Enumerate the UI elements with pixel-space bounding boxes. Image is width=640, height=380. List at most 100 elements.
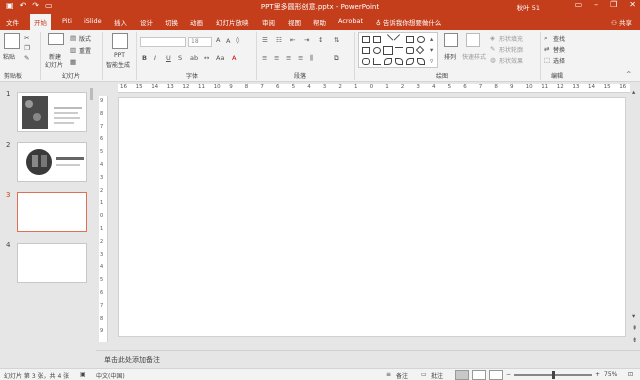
bold-button[interactable]: B (142, 54, 147, 62)
rounded-rect-shape-icon[interactable] (406, 47, 414, 54)
font-name-field[interactable] (140, 37, 186, 47)
paste-button[interactable]: 粘贴 (3, 52, 15, 61)
slide-thumbnail-4[interactable] (17, 243, 87, 283)
shadow-button[interactable]: S (178, 54, 182, 62)
section-icon[interactable]: ▦ (70, 58, 76, 66)
arrange-button[interactable]: 排列 (444, 52, 456, 61)
close-icon[interactable]: ✕ (629, 0, 636, 9)
shape-fill-button[interactable]: 形状填充 (499, 34, 523, 43)
rectangle2-shape-icon[interactable] (362, 47, 370, 54)
gallery-up-icon[interactable]: ▴ (430, 35, 433, 43)
slide-sorter-view-button[interactable] (472, 370, 486, 380)
minimize-icon[interactable]: – (594, 0, 598, 9)
prev-slide-icon[interactable]: ⇞ (632, 324, 637, 332)
zoom-slider[interactable] (514, 371, 592, 379)
language-indicator[interactable]: 中文(中国) (96, 371, 125, 380)
slide-thumbnail-3[interactable] (17, 192, 87, 232)
zoom-out-icon[interactable]: − (506, 371, 511, 378)
new-slide-button-line2[interactable]: 幻灯片 (45, 60, 63, 69)
arrow-shape-icon[interactable] (393, 34, 405, 45)
cut-icon[interactable]: ✂ (24, 34, 29, 42)
user-name[interactable]: 秋叶 51 (517, 2, 540, 12)
textbox-shape-icon[interactable] (362, 36, 370, 43)
tab-islide[interactable]: iSlide (84, 17, 102, 25)
tab-home[interactable]: 开始 (30, 14, 51, 30)
decrease-indent-icon[interactable]: ⇤ (290, 36, 295, 44)
scroll-up-icon[interactable]: ▴ (632, 88, 635, 96)
align-center-icon[interactable]: ≡ (274, 54, 279, 62)
shape-outline-icon[interactable]: ✎ (490, 45, 495, 53)
ppt-smart-button[interactable]: PPT (114, 52, 125, 59)
copy-icon[interactable]: ❐ (24, 44, 30, 52)
shape-fill-icon[interactable]: ◈ (490, 34, 495, 42)
select-icon[interactable]: ⬚ (544, 56, 550, 64)
increase-indent-icon[interactable]: ⇥ (304, 36, 309, 44)
quick-styles-icon[interactable] (466, 33, 480, 47)
italic-button[interactable]: I (154, 54, 156, 62)
tab-design[interactable]: 设计 (140, 17, 153, 27)
tab-insert[interactable]: 插入 (114, 17, 127, 27)
elbow-shape-icon[interactable] (373, 58, 381, 65)
thumbnail-scrollbar[interactable] (90, 88, 93, 100)
notes-pane[interactable]: 单击此处添加备注 (96, 350, 640, 368)
tab-help[interactable]: 帮助 (313, 17, 326, 27)
oval-shape-icon[interactable] (417, 36, 425, 43)
numbering-icon[interactable]: ☷ (276, 36, 282, 44)
layout-icon[interactable]: ▤ (70, 34, 76, 42)
font-color-icon[interactable]: A (232, 54, 236, 62)
normal-view-button[interactable] (455, 370, 469, 380)
underline-button[interactable]: U (166, 54, 171, 62)
font-size-field[interactable]: 18 (188, 37, 212, 47)
char-spacing-icon[interactable]: ↔ (204, 54, 209, 62)
bullets-icon[interactable]: ☰ (262, 36, 268, 44)
zoom-level[interactable]: 75% (604, 371, 617, 378)
gallery-more-icon[interactable]: ▿ (430, 57, 433, 65)
layout-button[interactable]: 版式 (79, 34, 91, 43)
slide-thumbnail-1[interactable] (17, 92, 87, 132)
slide-thumbnail-2[interactable] (17, 142, 87, 182)
shape-effect-button[interactable]: 形状效果 (499, 56, 523, 65)
tab-transitions[interactable]: 切换 (165, 17, 178, 27)
find-button[interactable]: 查找 (553, 34, 565, 43)
tab-animations[interactable]: 动画 (190, 17, 203, 27)
diamond-shape-icon[interactable] (415, 45, 425, 55)
circle-shape-icon[interactable] (373, 47, 381, 54)
arrange-icon[interactable] (444, 33, 458, 47)
zoom-in-icon[interactable]: + (595, 371, 600, 378)
replace-button[interactable]: 替换 (553, 45, 565, 54)
tab-piti[interactable]: Piti (62, 17, 72, 25)
strikethrough-icon[interactable]: ab (190, 54, 198, 62)
comments-button[interactable]: 批注 (431, 371, 443, 380)
tab-acrobat[interactable]: Acrobat (338, 17, 363, 25)
tab-file[interactable]: 文件 (6, 17, 19, 27)
collapse-ribbon-icon[interactable]: ^ (626, 70, 631, 78)
ppt-smart-button-line2[interactable]: 智能生成 (106, 60, 130, 69)
notes-toggle-button[interactable]: 备注 (396, 371, 408, 380)
tell-me-box[interactable]: ♁ 告诉我你想要做什么 (376, 17, 441, 27)
gallery-down-icon[interactable]: ▾ (430, 46, 433, 54)
ppt-smart-icon[interactable] (112, 33, 128, 49)
quick-styles-button[interactable]: 快速样式 (462, 52, 486, 61)
slide-canvas[interactable] (118, 97, 626, 337)
align-left-icon[interactable]: ≡ (262, 54, 267, 62)
reading-view-button[interactable] (489, 370, 503, 380)
format-painter-icon[interactable]: ✎ (24, 54, 29, 62)
star-shape-icon[interactable] (417, 58, 425, 65)
tab-slideshow[interactable]: 幻灯片放映 (216, 17, 249, 27)
spell-check-icon[interactable]: ▣ (80, 371, 86, 378)
justify-icon[interactable]: ≡ (298, 54, 303, 62)
next-slide-icon[interactable]: ⇟ (632, 336, 637, 344)
shapes-gallery[interactable]: ▴ ▾ ▿ (358, 32, 438, 68)
grow-font-icon[interactable]: A (216, 36, 220, 44)
scroll-down-icon[interactable]: ▾ (632, 312, 635, 320)
shape-effect-icon[interactable]: ◍ (490, 56, 496, 64)
vertical-scrollbar[interactable]: ▴ ▾ ⇞ ⇟ (630, 88, 640, 350)
shrink-font-icon[interactable]: A (226, 37, 230, 45)
clear-format-icon[interactable]: ◊ (236, 36, 239, 44)
text-direction-icon[interactable]: ⇅ (334, 36, 339, 44)
align-right-icon[interactable]: ≡ (286, 54, 291, 62)
curve-shape-icon[interactable] (362, 58, 370, 65)
reset-icon[interactable]: ▥ (70, 46, 76, 54)
tab-review[interactable]: 审阅 (262, 17, 275, 27)
find-icon[interactable]: ⌕ (544, 34, 548, 43)
